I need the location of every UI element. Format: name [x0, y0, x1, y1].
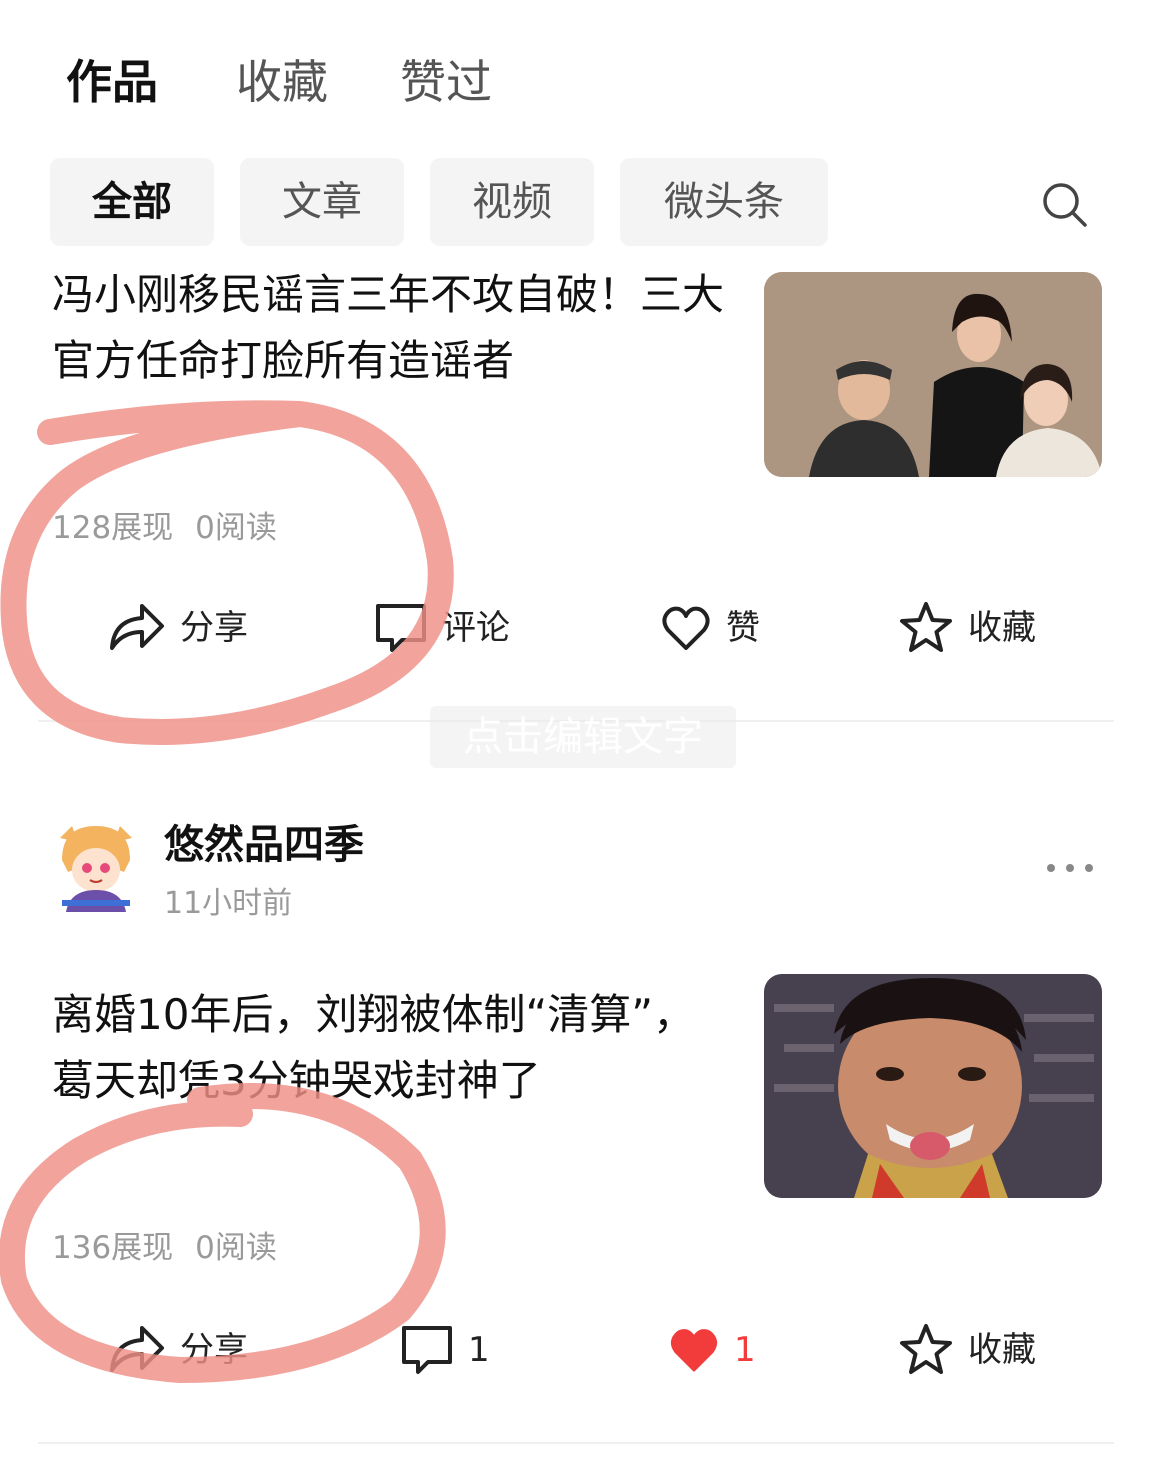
star-icon: [898, 600, 954, 656]
edit-text-watermark: 点击编辑文字: [430, 706, 736, 768]
impressions-count: 136展现: [52, 1230, 174, 1266]
article-stats: 128展现 0阅读: [52, 508, 299, 548]
tab-favorites[interactable]: 收藏: [236, 52, 328, 112]
author-name[interactable]: 悠然品四季: [164, 818, 364, 872]
more-icon[interactable]: [1044, 858, 1096, 878]
favorite-label: 收藏: [968, 608, 1036, 648]
like-button[interactable]: 赞: [660, 598, 760, 658]
impressions-count: 128展现: [52, 510, 174, 546]
share-label: 分享: [180, 608, 248, 648]
heart-icon: [660, 602, 712, 654]
share-label: 分享: [180, 1330, 248, 1370]
share-button[interactable]: 分享: [108, 598, 248, 658]
avatar[interactable]: [52, 820, 140, 912]
filter-bar: 全部 文章 视频 微头条: [0, 158, 1152, 250]
comment-icon: [374, 600, 428, 656]
article-thumbnail[interactable]: [764, 272, 1102, 477]
filter-micro-posts[interactable]: 微头条: [620, 158, 828, 246]
post-time: 11小时前: [164, 886, 293, 921]
reads-count: 0阅读: [195, 510, 277, 546]
share-icon: [108, 1322, 166, 1378]
favorite-button[interactable]: 收藏: [898, 1320, 1036, 1380]
heart-filled-icon: [668, 1324, 720, 1376]
comment-button[interactable]: 评论: [374, 598, 510, 658]
like-label: 赞: [726, 608, 760, 648]
divider: [38, 1442, 1114, 1444]
favorite-label: 收藏: [968, 1330, 1036, 1370]
profile-tabs: 作品 收藏 赞过: [0, 0, 1152, 150]
filter-articles[interactable]: 文章: [240, 158, 404, 246]
filter-videos[interactable]: 视频: [430, 158, 594, 246]
author-row: 悠然品四季 11小时前: [0, 816, 1152, 926]
comment-count: 1: [468, 1330, 490, 1370]
filter-all[interactable]: 全部: [50, 158, 214, 246]
tab-liked[interactable]: 赞过: [400, 52, 492, 112]
share-button[interactable]: 分享: [108, 1320, 248, 1380]
article-thumbnail[interactable]: [764, 974, 1102, 1198]
comment-icon: [400, 1322, 454, 1378]
favorite-button[interactable]: 收藏: [898, 598, 1036, 658]
share-icon: [108, 600, 166, 656]
like-button[interactable]: 1: [668, 1320, 756, 1380]
comment-button[interactable]: 1: [400, 1320, 490, 1380]
reads-count: 0阅读: [195, 1230, 277, 1266]
like-count: 1: [734, 1330, 756, 1370]
search-icon[interactable]: [1040, 180, 1090, 230]
comment-label: 评论: [442, 608, 510, 648]
article-stats: 136展现 0阅读: [52, 1228, 299, 1268]
article-title[interactable]: 冯小刚移民谣言三年不攻自破！三大官方任命打脸所有造谣者: [52, 262, 732, 394]
article-title[interactable]: 离婚10年后，刘翔被体制“清算”，葛天却凭3分钟哭戏封神了: [52, 982, 732, 1114]
star-icon: [898, 1322, 954, 1378]
tab-works[interactable]: 作品: [66, 52, 158, 112]
annotation-circle: [0, 400, 454, 745]
